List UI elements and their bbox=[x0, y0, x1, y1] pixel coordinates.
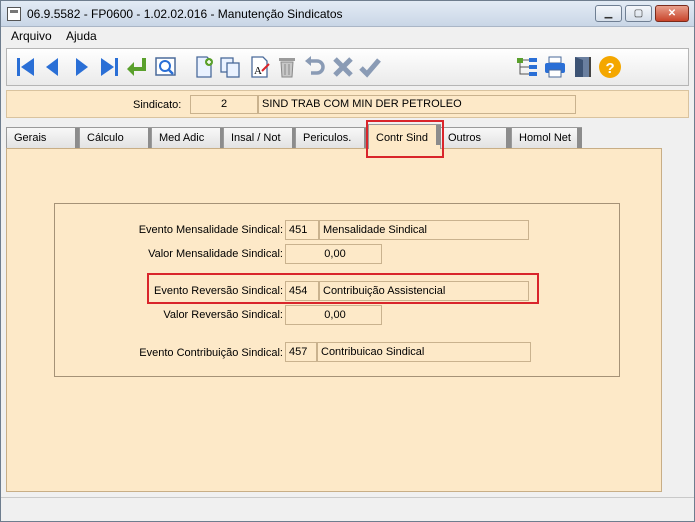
sindicato-code-field[interactable]: 2 bbox=[190, 95, 258, 114]
tab-homol-net[interactable]: Homol Net bbox=[511, 127, 582, 148]
delete-icon[interactable] bbox=[275, 55, 299, 79]
tab-label: Cálculo bbox=[87, 132, 124, 144]
copy-icon[interactable] bbox=[218, 55, 242, 79]
help-icon[interactable]: ? bbox=[598, 55, 622, 79]
valor-reversao-field[interactable]: 0,00 bbox=[285, 305, 382, 325]
sindicato-name-field[interactable]: SIND TRAB COM MIN DER PETROLEO bbox=[258, 95, 576, 114]
maximize-button[interactable]: ▢ bbox=[625, 5, 652, 22]
svg-text:A: A bbox=[254, 65, 262, 77]
evento-contribuicao-desc[interactable]: Contribuicao Sindical bbox=[317, 342, 531, 362]
undo-icon[interactable] bbox=[303, 55, 327, 79]
tab-label: Homol Net bbox=[519, 132, 571, 144]
tab-label: Outros bbox=[448, 132, 482, 144]
evento-contribuicao-label: Evento Contribuição Sindical: bbox=[139, 347, 283, 359]
tab-periculos[interactable]: Periculos. bbox=[295, 127, 369, 148]
next-record-icon[interactable] bbox=[69, 55, 93, 79]
valor-reversao-label: Valor Reversão Sindical: bbox=[163, 309, 283, 321]
evento-mensalidade-code[interactable]: 451 bbox=[285, 220, 319, 240]
tab-strip: Gerais Cálculo Med Adic Insal / Not Peri… bbox=[6, 124, 689, 149]
tab-insal-not[interactable]: Insal / Not bbox=[223, 127, 297, 148]
tab-label: Med Adic bbox=[159, 132, 205, 144]
evento-contribuicao-code[interactable]: 457 bbox=[285, 342, 317, 362]
title-bar[interactable]: 06.9.5582 - FP0600 - 1.02.02.016 - Manut… bbox=[1, 1, 694, 27]
new-document-icon[interactable] bbox=[192, 55, 216, 79]
valor-mensalidade-label: Valor Mensalidade Sindical: bbox=[148, 248, 283, 260]
svg-text:?: ? bbox=[606, 60, 615, 77]
return-icon[interactable] bbox=[125, 55, 149, 79]
toolbar: A ? bbox=[6, 48, 689, 86]
last-record-icon[interactable] bbox=[97, 55, 121, 79]
cancel-icon[interactable] bbox=[331, 55, 355, 79]
menu-ajuda[interactable]: Ajuda bbox=[66, 29, 97, 43]
tab-highlight-box bbox=[366, 120, 444, 158]
previous-record-icon[interactable] bbox=[41, 55, 65, 79]
print-icon[interactable] bbox=[543, 55, 567, 79]
sindicato-label: Sindicato: bbox=[133, 99, 182, 111]
tab-label: Insal / Not bbox=[231, 132, 281, 144]
tab-calculo[interactable]: Cálculo bbox=[79, 127, 153, 148]
application-window: 06.9.5582 - FP0600 - 1.02.02.016 - Manut… bbox=[0, 0, 695, 522]
first-record-icon[interactable] bbox=[14, 55, 38, 79]
tree-structure-icon[interactable] bbox=[515, 55, 539, 79]
menu-arquivo[interactable]: Arquivo bbox=[11, 29, 52, 43]
close-button[interactable]: ✕ bbox=[655, 5, 689, 22]
evento-mensalidade-label: Evento Mensalidade Sindical: bbox=[138, 224, 283, 236]
tab-med-adic[interactable]: Med Adic bbox=[151, 127, 225, 148]
evento-mensalidade-desc[interactable]: Mensalidade Sindical bbox=[319, 220, 529, 240]
tab-label: Gerais bbox=[14, 132, 47, 144]
window-title: 06.9.5582 - FP0600 - 1.02.02.016 - Manut… bbox=[27, 7, 343, 21]
valor-mensalidade-field[interactable]: 0,00 bbox=[285, 244, 382, 264]
tab-outros[interactable]: Outros bbox=[440, 127, 511, 148]
evento-reversao-highlight-box bbox=[147, 273, 539, 304]
sindicato-bar: Sindicato: 2 SIND TRAB COM MIN DER PETRO… bbox=[6, 90, 689, 118]
status-bar bbox=[1, 497, 694, 521]
tab-label: Periculos. bbox=[303, 132, 352, 144]
menu-bar: Arquivo Ajuda bbox=[1, 27, 694, 45]
text-edit-icon[interactable]: A bbox=[248, 55, 272, 79]
minimize-button[interactable]: ▁ bbox=[595, 5, 622, 22]
tab-gerais[interactable]: Gerais bbox=[6, 127, 80, 148]
exit-door-icon[interactable] bbox=[571, 55, 595, 79]
preview-icon[interactable] bbox=[154, 55, 178, 79]
confirm-icon[interactable] bbox=[358, 55, 382, 79]
app-icon bbox=[7, 7, 21, 21]
